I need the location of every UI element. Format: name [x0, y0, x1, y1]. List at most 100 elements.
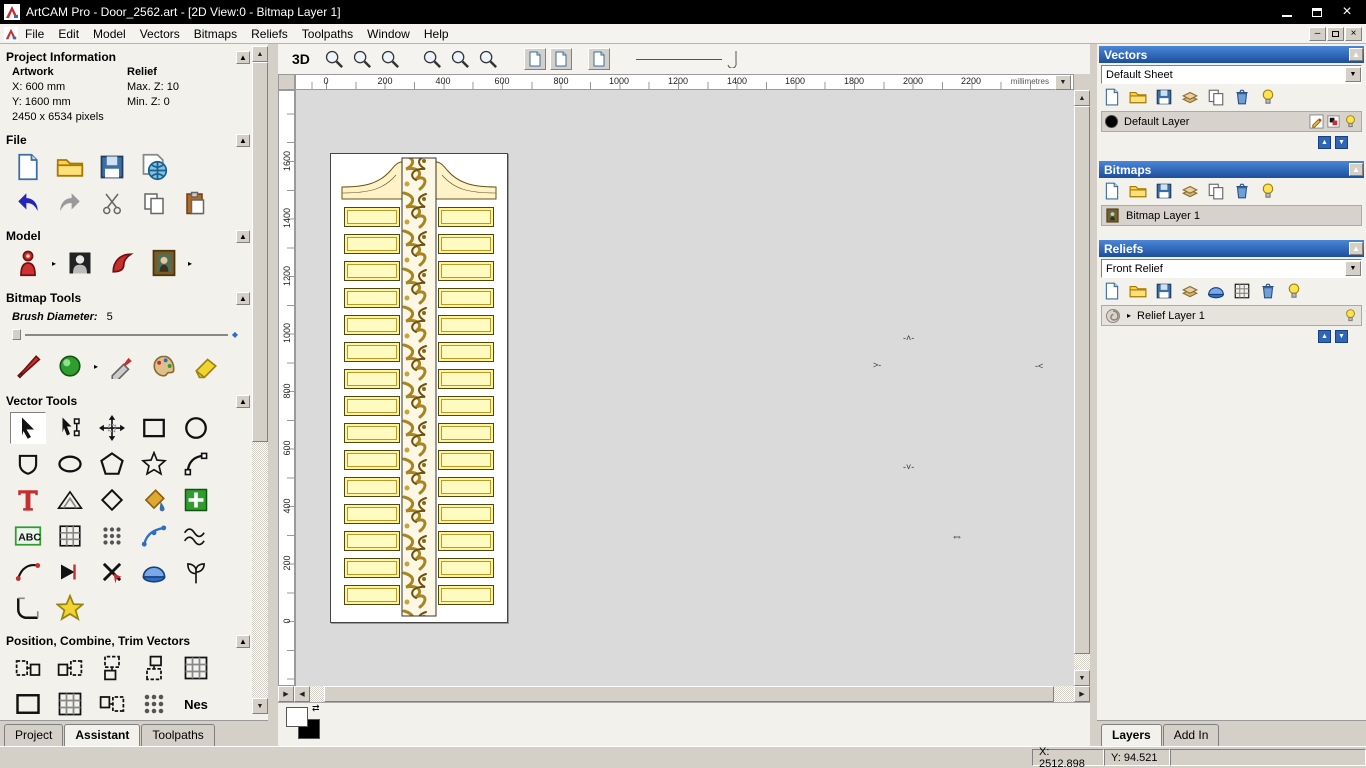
child-close-button[interactable]: × [1345, 26, 1362, 41]
fillet-tool-button[interactable] [10, 592, 46, 624]
view-3d-button[interactable]: 3D [284, 51, 318, 67]
toggle-relief-visibility-button[interactable] [587, 48, 610, 70]
trim-vectors-button[interactable] [94, 556, 130, 588]
scrollbar-thumb[interactable] [1074, 106, 1090, 654]
block-copy-button[interactable] [94, 520, 130, 552]
zoom-1to1-button[interactable] [448, 47, 472, 71]
offset-tool-button[interactable] [94, 484, 130, 516]
copy-layer-button[interactable] [1207, 182, 1225, 200]
canvas-horizontal-scrollbar[interactable]: ▶ ◀ ▶ [278, 686, 1090, 702]
new-layer-button[interactable] [1103, 182, 1121, 200]
scrollbar-thumb[interactable] [252, 62, 268, 442]
select-tool-button[interactable] [10, 412, 46, 444]
arc-fit-button[interactable] [10, 556, 46, 588]
distort-tool-button[interactable] [178, 520, 214, 552]
align-bottom-button[interactable] [136, 652, 172, 684]
move-layer-up-button[interactable]: ▲ [1318, 136, 1331, 149]
calculate-relief-button[interactable] [1207, 282, 1225, 300]
scroll-down-button[interactable]: ▼ [1074, 670, 1090, 686]
menu-file[interactable]: File [18, 25, 51, 43]
sculpt-tool-button[interactable] [104, 247, 140, 279]
measure-tool-button[interactable] [52, 484, 88, 516]
new-layer-button[interactable] [1103, 282, 1121, 300]
scrollbar-thumb[interactable] [324, 686, 1054, 702]
create-circle-button[interactable] [178, 412, 214, 444]
greyscale-preview-button[interactable] [62, 247, 98, 279]
collapse-vector-tools-button[interactable]: ▲ [236, 394, 250, 408]
import-model-button[interactable] [136, 151, 172, 183]
collapse-bitmap-tools-button[interactable]: ▲ [236, 291, 250, 305]
align-centre-button[interactable] [52, 652, 88, 684]
swap-colours-icon[interactable]: ⇄ [312, 703, 320, 714]
create-ellipse-button[interactable] [52, 448, 88, 480]
canvas-vertical-scrollbar[interactable]: ▲ ▼ [1074, 90, 1090, 686]
brush-size-slider-handle[interactable] [12, 329, 21, 340]
relief-selector-dropdown-button[interactable]: ▼ [1345, 261, 1361, 276]
delete-layer-button[interactable] [1233, 182, 1251, 200]
2d-view-canvas[interactable]: -˄- ˃- -˂ -˅- ⇔ [295, 90, 1074, 686]
open-layer-button[interactable] [1129, 88, 1147, 106]
zoom-page-button[interactable] [476, 47, 500, 71]
text-on-curve-button[interactable] [10, 520, 46, 552]
palette-button[interactable] [146, 350, 182, 382]
child-minimize-button[interactable]: – [1309, 26, 1326, 41]
undo-button[interactable] [10, 187, 46, 219]
zoom-last-button[interactable] [378, 47, 402, 71]
menu-bitmaps[interactable]: Bitmaps [187, 25, 244, 43]
flyout-arrow-icon[interactable]: ▸ [94, 362, 98, 371]
tab-project[interactable]: Project [4, 724, 64, 746]
eraser-button[interactable] [188, 350, 224, 382]
minimize-button[interactable] [1272, 2, 1302, 22]
collapse-vectors-button[interactable]: ▲ [1349, 48, 1363, 61]
contrast-slider[interactable] [635, 58, 722, 60]
scroll-up-button[interactable]: ▲ [1074, 90, 1090, 106]
create-text-button[interactable] [10, 484, 46, 516]
create-polygon-button[interactable] [94, 448, 130, 480]
door-design-artwork[interactable] [330, 153, 508, 623]
group-button[interactable] [10, 688, 46, 718]
colour-swatches[interactable]: ⇄ [286, 703, 326, 743]
grid-tool-button[interactable] [52, 520, 88, 552]
menu-reliefs[interactable]: Reliefs [244, 25, 295, 43]
save-layer-button[interactable] [1155, 182, 1173, 200]
paste-button[interactable] [178, 187, 214, 219]
zoom-out-button[interactable] [350, 47, 374, 71]
create-rectangle-button[interactable] [136, 412, 172, 444]
merge-layers-button[interactable] [1181, 282, 1199, 300]
collapse-bitmaps-button[interactable]: ▲ [1349, 163, 1363, 176]
layer-colour-icon[interactable] [1105, 115, 1118, 128]
nesting-button[interactable]: Nes [178, 688, 214, 718]
pick-colour-button[interactable] [104, 350, 140, 382]
flyout-arrow-icon[interactable]: ▸ [52, 259, 56, 268]
collapse-file-button[interactable]: ▲ [236, 133, 250, 147]
ungroup-button[interactable] [52, 688, 88, 718]
centre-in-page-button[interactable] [178, 652, 214, 684]
collapse-project-info-button[interactable]: ▲ [236, 50, 250, 64]
new-layer-button[interactable] [1103, 88, 1121, 106]
child-restore-button[interactable] [1327, 26, 1344, 41]
toggle-bitmap-visibility-button[interactable] [549, 48, 572, 70]
paste-special-button[interactable] [178, 484, 214, 516]
tab-toolpaths[interactable]: Toolpaths [141, 724, 215, 746]
menu-model[interactable]: Model [86, 25, 133, 43]
scroll-down-button[interactable]: ▼ [252, 698, 268, 714]
brush-size-slider[interactable] [25, 333, 228, 336]
subtract-button[interactable] [136, 688, 172, 718]
adjust-model-button[interactable] [10, 247, 46, 279]
delete-layer-button[interactable] [1259, 282, 1277, 300]
zoom-in-button[interactable] [322, 47, 346, 71]
fill-vector-button[interactable] [136, 484, 172, 516]
pane-splitter-button[interactable]: ▶ [278, 686, 294, 702]
vector-layer-row[interactable]: Default Layer [1101, 111, 1362, 132]
move-layer-down-button[interactable]: ▼ [1335, 136, 1348, 149]
assistant-scrollbar[interactable]: ▲ ▼ [252, 46, 268, 714]
flood-fill-button[interactable] [52, 350, 88, 382]
toggle-vector-visibility-button[interactable] [523, 48, 546, 70]
visibility-bulb-icon[interactable] [1343, 114, 1358, 129]
cut-button[interactable] [94, 187, 130, 219]
maximize-button[interactable] [1302, 2, 1332, 22]
sheet-selector-dropdown-button[interactable]: ▼ [1345, 67, 1361, 82]
scroll-up-button[interactable]: ▲ [252, 46, 268, 62]
merge-layers-button[interactable] [1181, 88, 1199, 106]
open-layer-button[interactable] [1129, 182, 1147, 200]
